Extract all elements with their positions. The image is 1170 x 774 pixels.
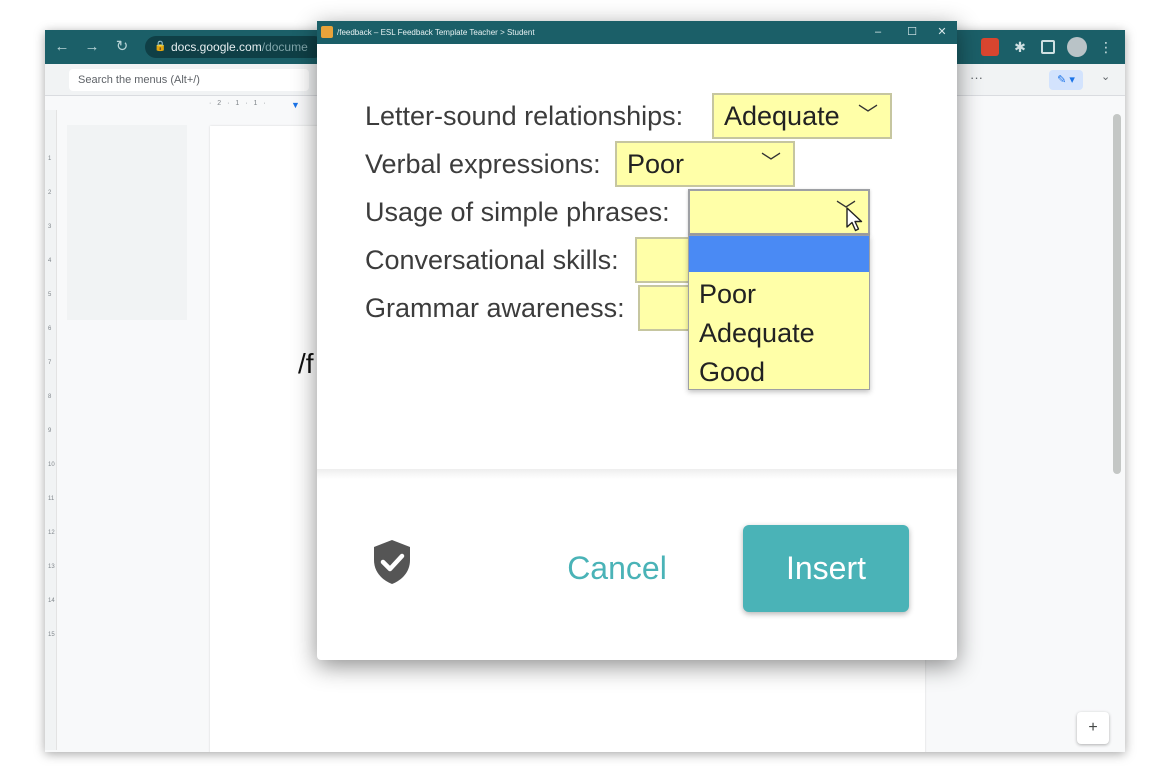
ruler-tick: 3 bbox=[48, 224, 52, 230]
reload-icon[interactable]: ↻ bbox=[113, 38, 131, 56]
ruler-tick: 5 bbox=[48, 292, 52, 298]
select-value: Poor bbox=[627, 149, 685, 179]
url-host: docs.google.com bbox=[171, 40, 262, 54]
url-path: /docume bbox=[261, 40, 308, 54]
verbal-expressions-select[interactable]: Poor ﹀ bbox=[615, 141, 795, 187]
select-dropdown-list: Poor Adequate Good bbox=[688, 235, 870, 390]
lock-icon: 🔒 bbox=[154, 41, 167, 52]
scrollbar[interactable] bbox=[1113, 114, 1121, 474]
editing-mode-button[interactable]: ✎ ▾ bbox=[1049, 70, 1083, 90]
ruler-tick: 11 bbox=[48, 496, 55, 502]
field-label: Usage of simple phrases: bbox=[365, 197, 670, 227]
more-vert-icon[interactable]: ⋮ bbox=[1099, 36, 1113, 58]
dialog-title-bar: /feedback – ESL Feedback Template Teache… bbox=[317, 21, 957, 44]
ruler-tick: 6 bbox=[48, 326, 52, 332]
field-label: Conversational skills: bbox=[365, 245, 619, 275]
side-panel-icon[interactable] bbox=[1041, 40, 1055, 54]
field-label: Letter-sound relationships: bbox=[365, 101, 684, 131]
address-bar[interactable]: 🔒 docs.google.com/docume bbox=[145, 36, 325, 58]
app-logo-icon bbox=[321, 26, 333, 38]
ruler-tick: 7 bbox=[48, 360, 52, 366]
ruler-tick: 14 bbox=[48, 598, 55, 604]
document-text: /f bbox=[298, 348, 314, 379]
feedback-dialog: /feedback – ESL Feedback Template Teache… bbox=[317, 21, 957, 660]
document-outline-pane bbox=[67, 125, 187, 320]
indent-marker-icon[interactable]: ▼ bbox=[291, 100, 300, 110]
dropdown-option-poor[interactable]: Poor bbox=[689, 275, 869, 314]
chevron-down-icon[interactable]: ⌄ bbox=[1101, 70, 1110, 83]
dropdown-option-blank[interactable] bbox=[689, 236, 869, 272]
dropdown-option-good[interactable]: Good bbox=[689, 353, 869, 392]
avatar[interactable] bbox=[1067, 37, 1087, 57]
dropdown-option-adequate[interactable]: Adequate bbox=[689, 314, 869, 353]
footer-divider bbox=[317, 469, 957, 479]
vertical-ruler: 1 2 3 4 5 6 7 8 9 10 11 12 13 14 15 bbox=[45, 110, 57, 750]
puzzle-icon[interactable]: ✱ bbox=[1011, 38, 1029, 56]
close-icon[interactable]: ✕ bbox=[927, 21, 957, 44]
ruler-tick: 10 bbox=[48, 462, 55, 468]
ruler-tick: 4 bbox=[48, 258, 52, 264]
menu-search-input[interactable]: Search the menus (Alt+/) bbox=[69, 69, 309, 91]
cancel-button[interactable]: Cancel bbox=[547, 543, 687, 593]
shield-check-icon bbox=[374, 540, 410, 584]
ruler-tick: 13 bbox=[48, 564, 55, 570]
dialog-title: /feedback – ESL Feedback Template Teache… bbox=[337, 28, 535, 37]
chevron-down-icon: ﹀ bbox=[858, 104, 878, 126]
letter-sound-select[interactable]: Adequate ﹀ bbox=[712, 93, 892, 139]
add-comment-icon[interactable]: + bbox=[1077, 712, 1109, 744]
ruler-tick: 9 bbox=[48, 428, 52, 434]
forward-arrow-icon[interactable]: → bbox=[83, 38, 101, 56]
ruler-tick: 12 bbox=[48, 530, 55, 536]
ruler-tick: 2 bbox=[48, 190, 52, 196]
minimize-icon[interactable]: – bbox=[863, 21, 893, 44]
field-label: Verbal expressions: bbox=[365, 149, 601, 179]
ruler-tick: 1 bbox=[48, 156, 52, 162]
back-arrow-icon[interactable]: ← bbox=[53, 38, 71, 56]
mouse-pointer-icon bbox=[846, 207, 863, 232]
field-label: Grammar awareness: bbox=[365, 293, 625, 323]
chevron-down-icon: ﹀ bbox=[761, 152, 781, 174]
select-value: Adequate bbox=[724, 101, 840, 131]
insert-button[interactable]: Insert bbox=[743, 525, 909, 612]
more-tools-icon[interactable]: ··· bbox=[970, 70, 983, 85]
maximize-icon[interactable]: ☐ bbox=[897, 21, 927, 44]
simple-phrases-select[interactable]: ﹀ bbox=[688, 189, 870, 235]
ruler-tick: 15 bbox=[48, 632, 55, 638]
extension-icon[interactable] bbox=[981, 38, 999, 56]
ruler-tick: 8 bbox=[48, 394, 52, 400]
